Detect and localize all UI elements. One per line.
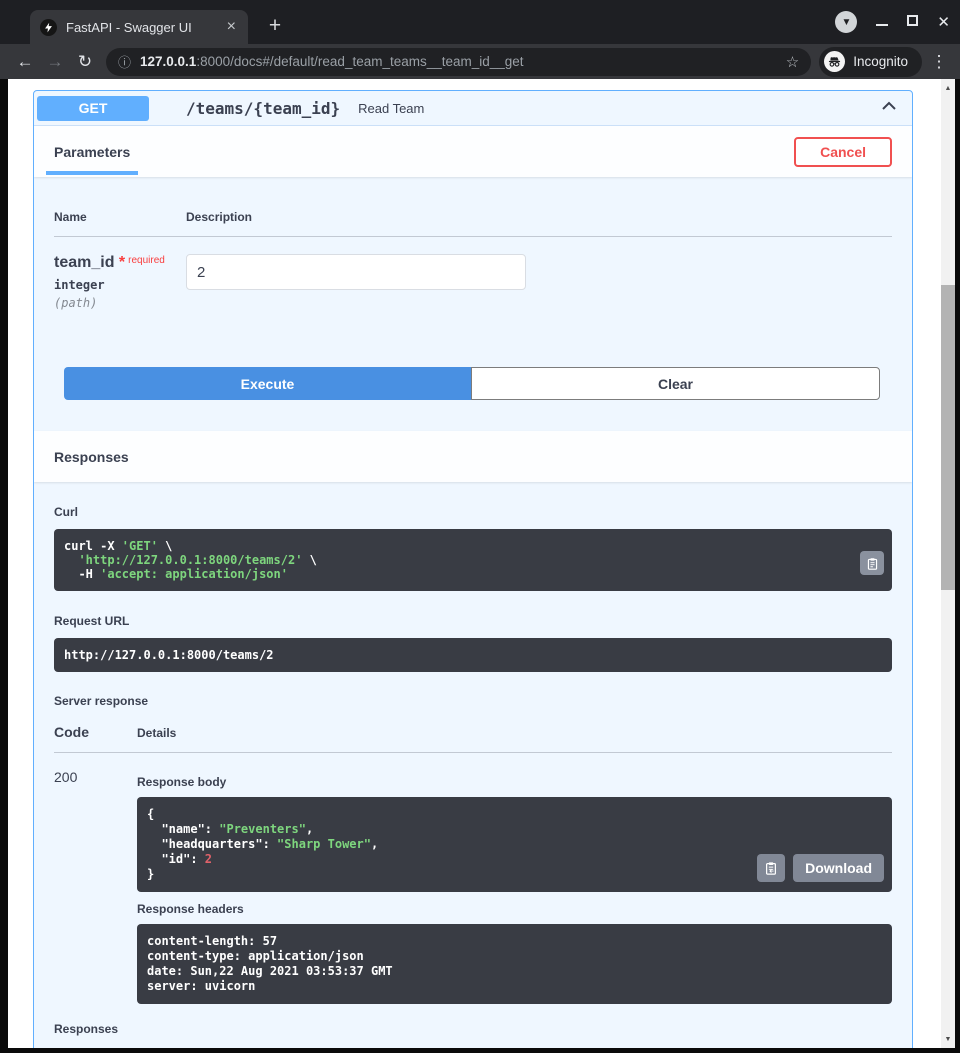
incognito-label: Incognito — [853, 54, 908, 69]
tab-title: FastAPI - Swagger UI — [66, 20, 225, 35]
copy-response-button[interactable] — [757, 854, 785, 882]
required-label: required — [128, 255, 165, 266]
parameter-name: team_id *required — [54, 254, 186, 272]
team-id-input[interactable] — [186, 254, 526, 290]
responses-table-label: Responses — [54, 1022, 892, 1036]
new-tab-button[interactable]: + — [262, 14, 288, 38]
column-description: Description — [186, 210, 892, 224]
browser-tab[interactable]: FastAPI - Swagger UI × — [30, 10, 248, 44]
scroll-down-icon[interactable]: ▼ — [941, 1032, 955, 1046]
minimize-button[interactable] — [876, 13, 888, 31]
parameter-row: team_id *required integer (path) — [54, 237, 892, 310]
opblock-get: GET /teams/{team_id} Read Team Parameter… — [33, 90, 913, 1048]
copy-curl-button[interactable] — [860, 551, 884, 575]
kebab-menu-button[interactable]: ⋮ — [928, 52, 950, 72]
response-headers: content-length: 57 content-type: applica… — [137, 924, 892, 1004]
minimize-icon — [876, 24, 888, 26]
parameter-type: integer — [54, 278, 186, 292]
execute-row: Execute Clear — [34, 310, 912, 431]
url-path: :8000/docs#/default/read_team_teams__tea… — [196, 54, 523, 69]
window-close-button[interactable]: ✕ — [937, 15, 950, 30]
tab-bar: FastAPI - Swagger UI × + ▼ ✕ — [0, 0, 960, 44]
opblock-summary[interactable]: GET /teams/{team_id} Read Team — [34, 91, 912, 126]
tab-parameters[interactable]: Parameters — [54, 144, 130, 160]
response-body-label: Response body — [137, 775, 892, 789]
maximize-button[interactable] — [907, 13, 918, 31]
browser-window: FastAPI - Swagger UI × + ▼ ✕ ← → ↻ ⓘ 127… — [0, 0, 960, 1053]
incognito-badge: Incognito — [819, 47, 922, 77]
server-response-label: Server response — [54, 694, 892, 708]
curl-command: curl -X 'GET' \ 'http://127.0.0.1:8000/t… — [54, 529, 892, 591]
scrollbar-thumb[interactable] — [941, 285, 955, 590]
responses-table-header: Code Description Links — [54, 1036, 892, 1048]
caret-down-button[interactable]: ▼ — [835, 11, 857, 33]
parameter-value-cell — [186, 254, 892, 310]
forward-button[interactable]: → — [40, 52, 70, 72]
url-host: 127.0.0.1 — [140, 54, 196, 69]
parameter-location: (path) — [54, 296, 186, 310]
request-url-label: Request URL — [54, 614, 892, 628]
request-url-value: http://127.0.0.1:8000/teams/2 — [54, 638, 892, 672]
server-response-row: 200 Response body { "name": "Preventers"… — [54, 753, 892, 1004]
responses-header: Responses — [34, 431, 912, 482]
active-tab-underline — [46, 171, 138, 175]
parameter-name-cell: team_id *required integer (path) — [54, 254, 186, 310]
reload-button[interactable]: ↻ — [70, 52, 100, 72]
responses-title: Responses — [54, 449, 129, 465]
responses-section: Curl curl -X 'GET' \ 'http://127.0.0.1:8… — [34, 482, 912, 1048]
code-column-header: Code — [54, 724, 137, 740]
response-headers-label: Response headers — [137, 902, 892, 916]
bookmark-star-icon[interactable]: ☆ — [786, 53, 799, 71]
url-bar[interactable]: ⓘ 127.0.0.1:8000/docs#/default/read_team… — [106, 48, 811, 76]
incognito-icon — [824, 51, 845, 72]
clipboard-icon — [866, 557, 879, 570]
fastapi-favicon-icon — [40, 19, 57, 36]
swagger-ui: GET /teams/{team_id} Read Team Parameter… — [33, 90, 913, 1048]
clear-button[interactable]: Clear — [471, 367, 880, 400]
response-details: Response body { "name": "Preventers", "h… — [137, 769, 892, 1004]
method-badge: GET — [37, 96, 149, 121]
maximize-icon — [907, 15, 918, 26]
endpoint-summary: Read Team — [358, 101, 879, 116]
required-asterisk: * — [114, 254, 125, 271]
tab-close-icon[interactable]: × — [225, 19, 238, 35]
server-response-table-header: Code Details — [54, 708, 892, 753]
cancel-button[interactable]: Cancel — [794, 137, 892, 167]
execute-button[interactable]: Execute — [64, 367, 471, 400]
curl-label: Curl — [54, 505, 892, 519]
parameters-table-header: Name Description — [54, 210, 892, 237]
window-controls: ▼ ✕ — [835, 11, 950, 33]
download-button[interactable]: Download — [793, 854, 884, 882]
scroll-up-icon[interactable]: ▲ — [941, 81, 955, 95]
parameters-header: Parameters Cancel — [34, 126, 912, 177]
endpoint-path: /teams/{team_id} — [186, 99, 340, 118]
page-scrollbar[interactable]: ▲ ▼ — [941, 79, 955, 1048]
status-code: 200 — [54, 769, 137, 1004]
response-body-actions: Download — [757, 854, 884, 882]
back-button[interactable]: ← — [10, 52, 40, 72]
collapse-chevron-icon[interactable] — [879, 96, 899, 121]
parameters-section: Name Description team_id *required integ… — [34, 177, 912, 310]
site-info-icon[interactable]: ⓘ — [118, 52, 131, 71]
clipboard-arrow-icon — [764, 861, 778, 875]
page-viewport: GET /teams/{team_id} Read Team Parameter… — [8, 79, 955, 1048]
browser-toolbar: ← → ↻ ⓘ 127.0.0.1:8000/docs#/default/rea… — [0, 44, 960, 79]
details-column-header: Details — [137, 726, 892, 740]
column-name: Name — [54, 210, 186, 224]
url-text: 127.0.0.1:8000/docs#/default/read_team_t… — [140, 54, 778, 69]
